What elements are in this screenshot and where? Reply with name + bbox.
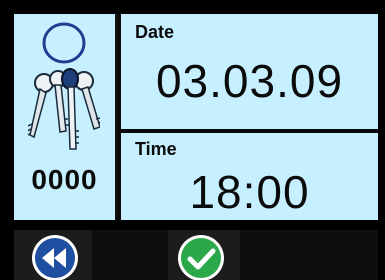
screen: 0000 Date 03.03.09 Time 18:00 [0, 0, 385, 280]
time-value: 18:00 [189, 166, 310, 218]
confirm-button[interactable] [176, 233, 226, 280]
keys-panel[interactable]: 0000 [14, 14, 117, 220]
toolbar-slot-empty [92, 230, 168, 280]
rewind-icon [32, 235, 78, 280]
time-label: Time [135, 139, 177, 159]
checkmark-icon [178, 235, 224, 280]
date-panel[interactable]: Date 03.03.09 [121, 14, 378, 129]
time-panel[interactable]: Time 18:00 [121, 133, 378, 220]
code-value: 0000 [31, 164, 98, 195]
date-label: Date [135, 22, 175, 42]
main-area: 0000 Date 03.03.09 Time 18:00 [14, 14, 378, 220]
keys-icon [26, 19, 102, 159]
date-value: 03.03.09 [155, 55, 344, 107]
back-button[interactable] [30, 233, 80, 280]
toolbar-slot-empty [240, 230, 378, 280]
bottom-toolbar [0, 220, 385, 280]
